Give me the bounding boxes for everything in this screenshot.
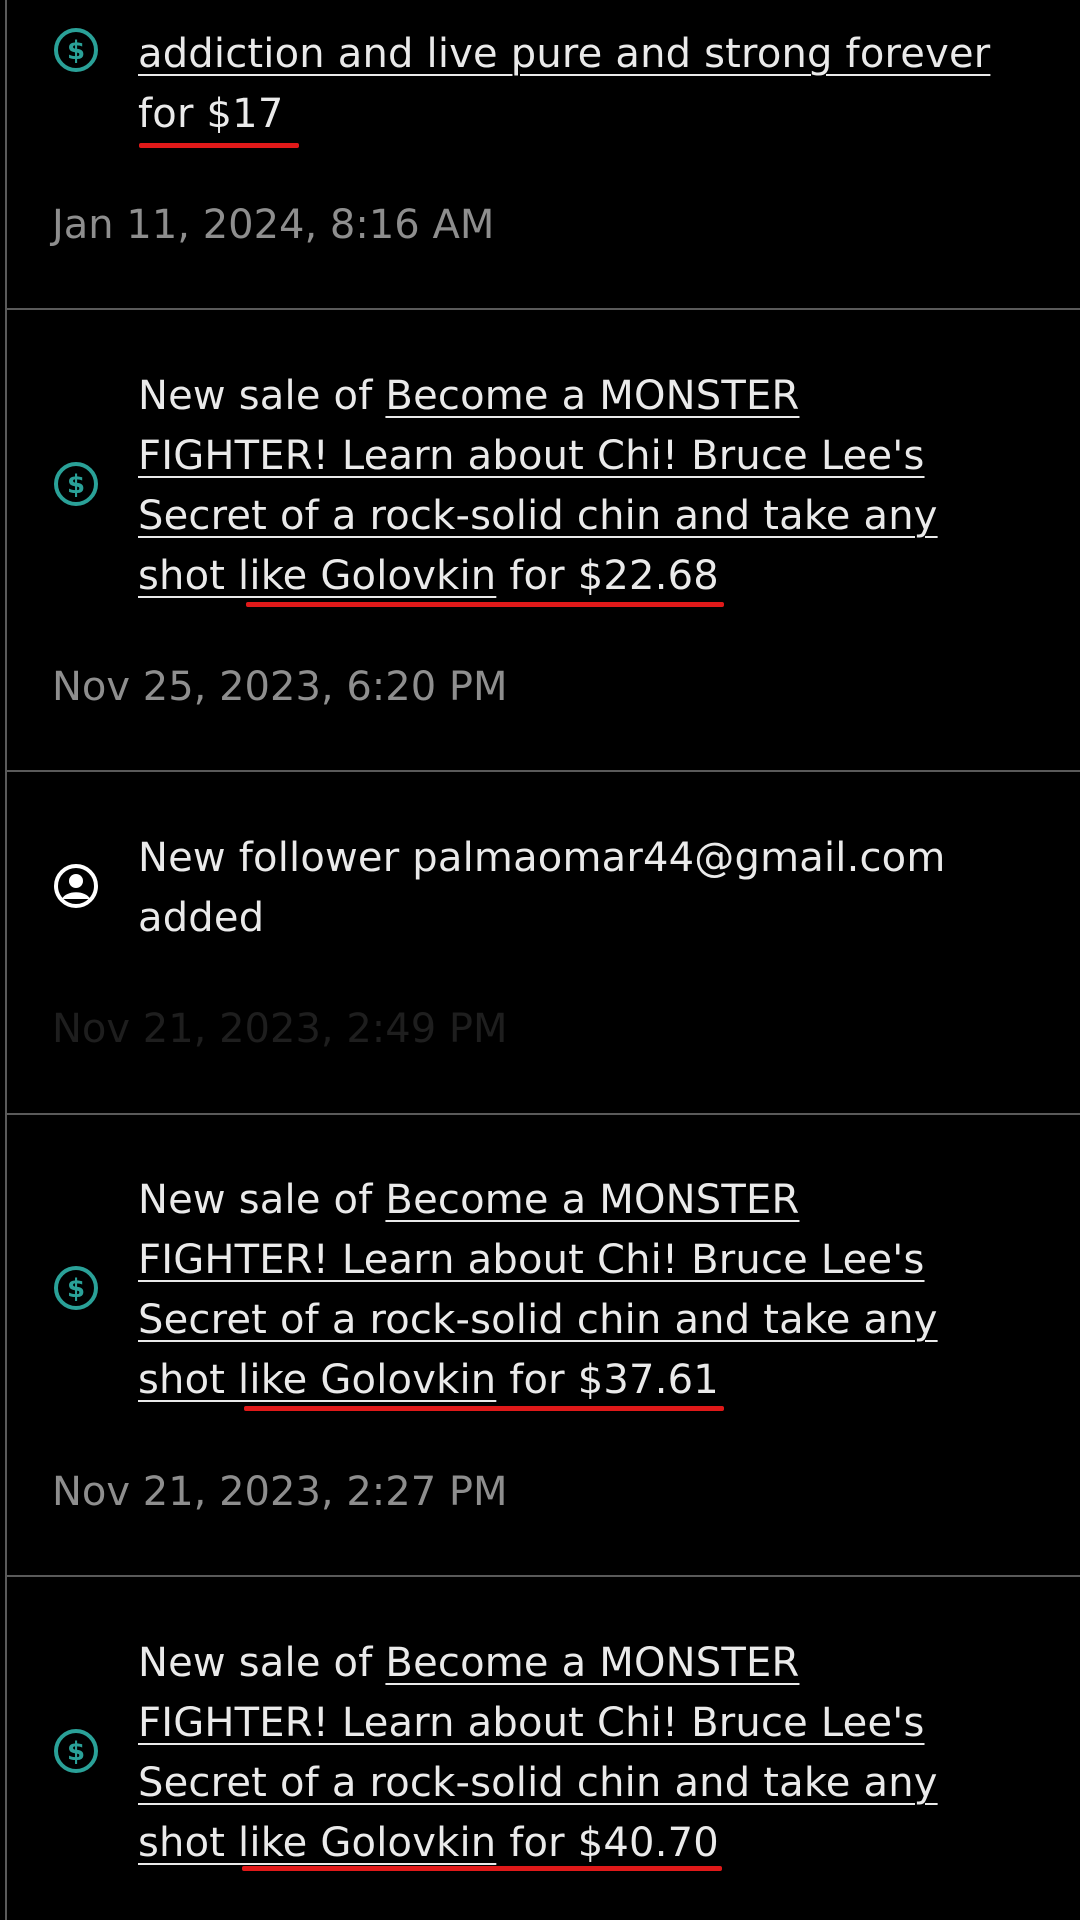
red-annotation-underline <box>246 602 724 607</box>
svg-text:$: $ <box>67 1274 85 1304</box>
divider <box>7 308 1080 310</box>
user-circle-icon <box>52 862 100 910</box>
message-prefix: New sale of <box>138 373 386 419</box>
divider <box>7 770 1080 772</box>
message-prefix: New sale of <box>138 1640 386 1686</box>
red-annotation-underline <box>244 1406 724 1411</box>
dollar-circle-icon: $ <box>52 1264 100 1312</box>
red-annotation-underline <box>242 1866 722 1871</box>
product-link[interactable]: addiction and live pure and strong forev… <box>138 31 990 77</box>
divider <box>7 1113 1080 1115</box>
sale-amount: for $17 <box>138 91 284 137</box>
dollar-circle-icon: $ <box>52 1727 100 1775</box>
notification-message: addiction and live pure and strong forev… <box>138 24 998 144</box>
svg-text:$: $ <box>67 36 85 66</box>
notification-message: New sale of Become a MONSTER FIGHTER! Le… <box>138 1633 998 1873</box>
svg-text:$: $ <box>67 1737 85 1767</box>
notification-message: New follower palmaomar44@gmail.com added <box>138 835 946 941</box>
message-prefix: New sale of <box>138 1177 386 1223</box>
notification-date: Jan 11, 2024, 8:16 AM <box>52 202 495 248</box>
sale-amount: for $37.61 <box>496 1357 719 1403</box>
notification-date: Nov 21, 2023, 2:27 PM <box>52 1469 508 1515</box>
divider <box>7 1575 1080 1577</box>
red-annotation-underline <box>139 143 299 148</box>
notification-message: New sale of Become a MONSTER FIGHTER! Le… <box>138 1170 998 1410</box>
sale-amount: for $22.68 <box>496 553 719 599</box>
svg-text:$: $ <box>67 470 85 500</box>
dollar-circle-icon: $ <box>52 26 100 74</box>
notification-date: Nov 21, 2023, 2:49 PM <box>52 1006 508 1052</box>
notification-date: Nov 25, 2023, 6:20 PM <box>52 664 508 710</box>
notification-message: New sale of Become a MONSTER FIGHTER! Le… <box>138 366 998 606</box>
left-border <box>5 0 7 1920</box>
dollar-circle-icon: $ <box>52 460 100 508</box>
sale-amount: for $40.70 <box>496 1820 719 1866</box>
